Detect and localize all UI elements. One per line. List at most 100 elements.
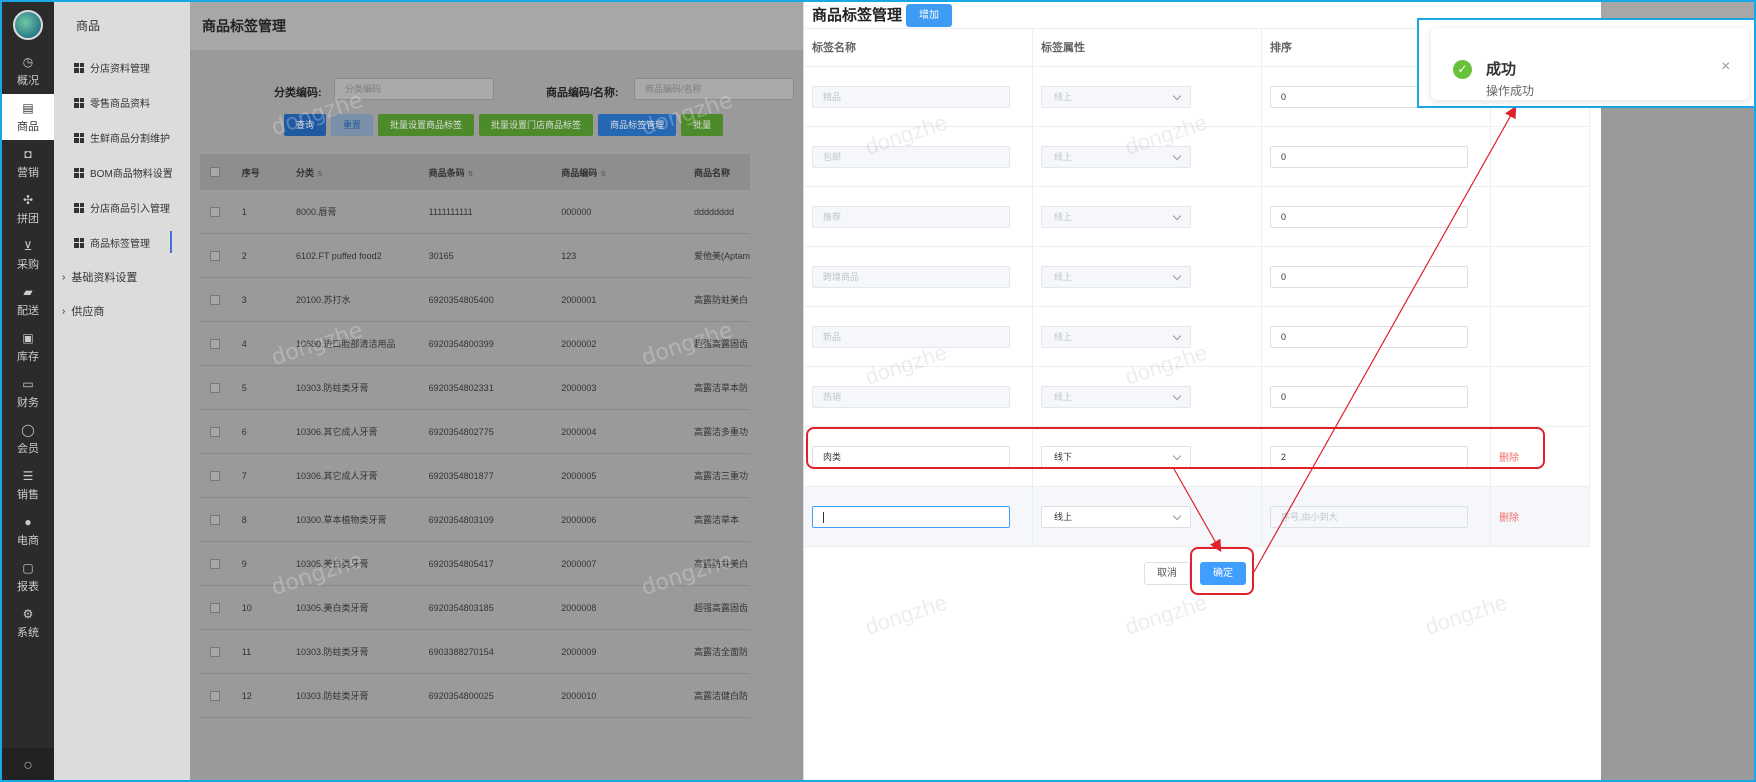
tag-name-input[interactable]: 肉类 [812, 445, 1010, 468]
tag-name-input[interactable]: 推荐 [812, 205, 1010, 228]
search-icon[interactable]: ○ [2, 748, 54, 780]
tag-name-input[interactable] [812, 505, 1010, 528]
nav-ecommerce[interactable]: ● 电商 [2, 508, 54, 554]
submenu-item-active[interactable]: 商品标签管理 [54, 225, 190, 260]
batch-set-store-tags-button[interactable]: 批量设置门店商品标签 [479, 114, 594, 136]
tag-attr-select[interactable]: 线上 [1041, 85, 1191, 108]
table-row[interactable]: 4 10680.进口脸部清洁用品 6920354800399 2000002 超强高露固… [200, 322, 750, 366]
select-all-checkbox[interactable] [210, 167, 220, 177]
nav-sales[interactable]: ☰ 销售 [2, 462, 54, 508]
category-input[interactable]: 分类编码 [334, 78, 494, 100]
submenu-item[interactable]: BOM商品物料设置 [54, 155, 190, 190]
table-row[interactable]: 2 6102.FT puffed food2 30165 123 爱他美(Aptam [200, 234, 750, 278]
chevron-right-icon: › [62, 271, 66, 283]
sort-icon[interactable]: ⇅ [317, 171, 323, 178]
select-value: 线上 [1054, 91, 1073, 102]
nav-label: 概况 [17, 74, 39, 87]
row-checkbox[interactable] [210, 382, 220, 393]
sort-order-input[interactable]: 0 [1270, 265, 1468, 288]
tag-name-input[interactable]: 精品 [812, 85, 1010, 108]
batch-button[interactable]: 批量 [681, 114, 724, 136]
table-row[interactable]: 1 8000.唇膏 1111111111 000000 dddddddd [200, 190, 750, 234]
submenu-item[interactable]: 零售商品资料 [54, 85, 190, 120]
submenu-item[interactable]: 生鲜商品分割维护 [54, 120, 190, 155]
tag-attr-select[interactable]: 线上 [1041, 265, 1191, 288]
submenu-item[interactable]: 分店商品引入管理 [54, 190, 190, 225]
row-checkbox[interactable] [210, 514, 220, 525]
submenu-item[interactable]: 分店资料管理 [54, 50, 190, 85]
tag-attr-select[interactable]: 线上 [1041, 325, 1191, 348]
row-checkbox[interactable] [210, 250, 220, 261]
confirm-button[interactable]: 确定 [1200, 562, 1246, 585]
table-row[interactable]: 12 10303.防蛀类牙膏 6920354800025 2000010 高露洁健白防 [200, 674, 750, 718]
nav-overview[interactable]: ◷ 概况 [2, 48, 54, 94]
batch-set-tags-button[interactable]: 批量设置商品标签 [378, 114, 475, 136]
sort-order-input[interactable]: 序号,由小到大 [1270, 505, 1468, 528]
close-icon[interactable]: × [1721, 58, 1730, 76]
tag-name-input[interactable]: 跨境商品 [812, 265, 1010, 288]
tag-name-input[interactable]: 热销 [812, 385, 1010, 408]
reset-button[interactable]: 重置 [331, 114, 374, 136]
query-button[interactable]: 查询 [284, 114, 327, 136]
page-title: 商品标签管理 [202, 18, 286, 34]
watermark: dongzhe [1422, 589, 1511, 640]
tag-attr-select[interactable]: 线上 [1041, 505, 1191, 528]
sort-order-input[interactable]: 0 [1270, 145, 1468, 168]
tag-attr-select[interactable]: 线上 [1041, 145, 1191, 168]
table-row[interactable]: 9 10305.美白类牙膏 6920354805417 2000007 高露防蛀美白 [200, 542, 750, 586]
tag-management-drawer: 商品标签管理 增加 标签名称 标签属性 排序 精品 线上 0 包邮 线上 0 推荐 线上 0 跨境… [803, 2, 1601, 780]
sort-order-input[interactable]: 2 [1270, 445, 1468, 468]
add-button[interactable]: 增加 [906, 4, 952, 27]
nav-marketing[interactable]: ◘ 营销 [2, 140, 54, 186]
row-checkbox[interactable] [210, 602, 220, 613]
nav-finance[interactable]: ▭ 财务 [2, 370, 54, 416]
sort-icon[interactable]: ⇅ [600, 171, 606, 178]
submenu-group[interactable]: › 供应商 [54, 294, 190, 328]
tag-attr-select[interactable]: 线下 [1041, 445, 1191, 468]
table-row[interactable]: 8 10300.草本植物类牙膏 6920354803109 2000006 高露洁草本 [200, 498, 750, 542]
table-cell: 7 [241, 470, 247, 481]
table-row[interactable]: 6 10306.其它成人牙膏 6920354802775 2000004 高露洁多重功 [200, 410, 750, 454]
cancel-button[interactable]: 取消 [1144, 562, 1190, 585]
chevron-down-icon [1172, 451, 1182, 460]
submenu-group[interactable]: › 基础资料设置 [54, 260, 190, 294]
table-cell: 10303.防蛀类牙膏 [295, 647, 369, 657]
tag-attr-select[interactable]: 线上 [1041, 205, 1191, 228]
tag-attr-select[interactable]: 线上 [1041, 385, 1191, 408]
nav-products[interactable]: ▤ 商品 [2, 94, 54, 140]
sort-icon[interactable]: ⇅ [468, 171, 474, 178]
tag-name-input[interactable]: 包邮 [812, 145, 1010, 168]
product-input[interactable]: 商品编码/名称 [634, 78, 794, 100]
nav-label: 配送 [17, 304, 39, 317]
sort-order-input[interactable]: 0 [1270, 385, 1468, 408]
sort-order-input[interactable]: 0 [1270, 325, 1468, 348]
nav-members[interactable]: ◯ 会员 [2, 416, 54, 462]
table-row[interactable]: 5 10303.防蛀类牙膏 6920354802331 2000003 高露洁草本防 [200, 366, 750, 410]
row-checkbox[interactable] [210, 426, 220, 437]
table-cell: 2000006 [561, 514, 597, 525]
row-checkbox[interactable] [210, 690, 220, 701]
table-row[interactable]: 11 10303.防蛀类牙膏 6903388270154 2000009 高露洁全面防 [200, 630, 750, 674]
table-cell: 6920354805417 [428, 558, 494, 569]
nav-delivery[interactable]: ▰ 配送 [2, 278, 54, 324]
row-checkbox[interactable] [210, 470, 220, 481]
tag-name-input[interactable]: 新品 [812, 325, 1010, 348]
tag-management-button[interactable]: 商品标签管理 [598, 114, 677, 136]
row-checkbox[interactable] [210, 646, 220, 657]
delete-link[interactable]: 删除 [1499, 509, 1519, 524]
sort-order-input[interactable]: 0 [1270, 205, 1468, 228]
row-checkbox[interactable] [210, 338, 220, 349]
nav-system[interactable]: ⚙ 系统 [2, 600, 54, 646]
table-row[interactable]: 3 20100.苏打水 6920354805400 2000001 高露防蛀美白 [200, 278, 750, 322]
toast-title: 成功 [1486, 61, 1517, 78]
nav-inventory[interactable]: ▣ 库存 [2, 324, 54, 370]
row-checkbox[interactable] [210, 294, 220, 305]
delete-link[interactable]: 删除 [1499, 449, 1519, 464]
row-checkbox[interactable] [210, 206, 220, 217]
table-row[interactable]: 10 10305.美白类牙膏 6920354803185 2000008 超强高露固齿 [200, 586, 750, 630]
nav-reports[interactable]: ▢ 报表 [2, 554, 54, 600]
row-checkbox[interactable] [210, 558, 220, 569]
nav-group-buy[interactable]: ✣ 拼团 [2, 186, 54, 232]
nav-purchase[interactable]: ⊻ 采购 [2, 232, 54, 278]
table-row[interactable]: 7 10306.其它成人牙膏 6920354801877 2000005 高露洁三重功 [200, 454, 750, 498]
